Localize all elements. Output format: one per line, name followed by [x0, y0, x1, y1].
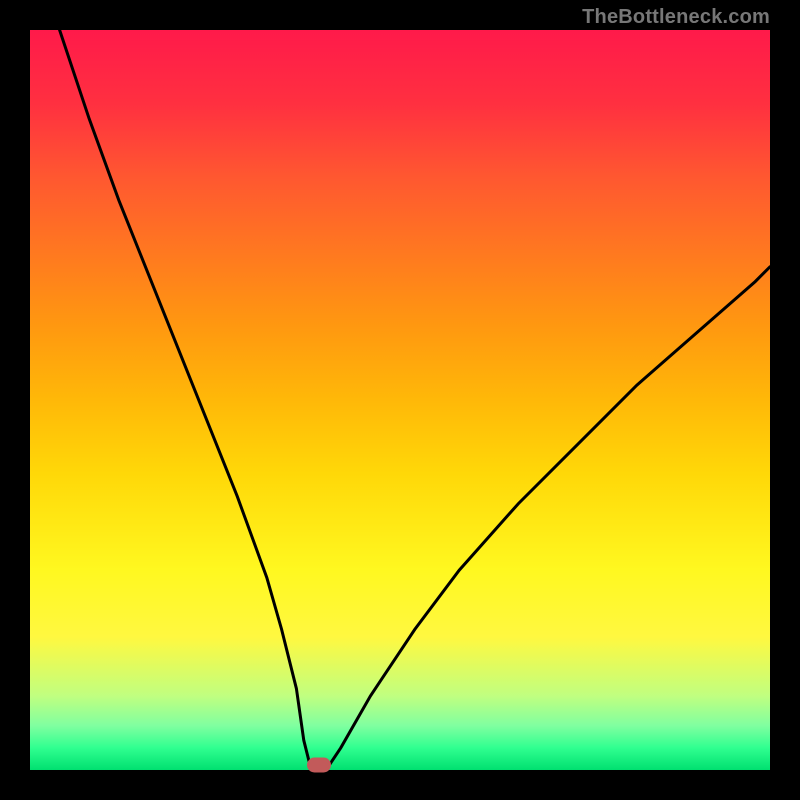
chart-container: TheBottleneck.com — [0, 0, 800, 800]
curve-svg — [30, 30, 770, 770]
bottleneck-curve — [60, 30, 770, 770]
optimal-marker — [307, 757, 331, 772]
watermark-text: TheBottleneck.com — [582, 6, 770, 29]
